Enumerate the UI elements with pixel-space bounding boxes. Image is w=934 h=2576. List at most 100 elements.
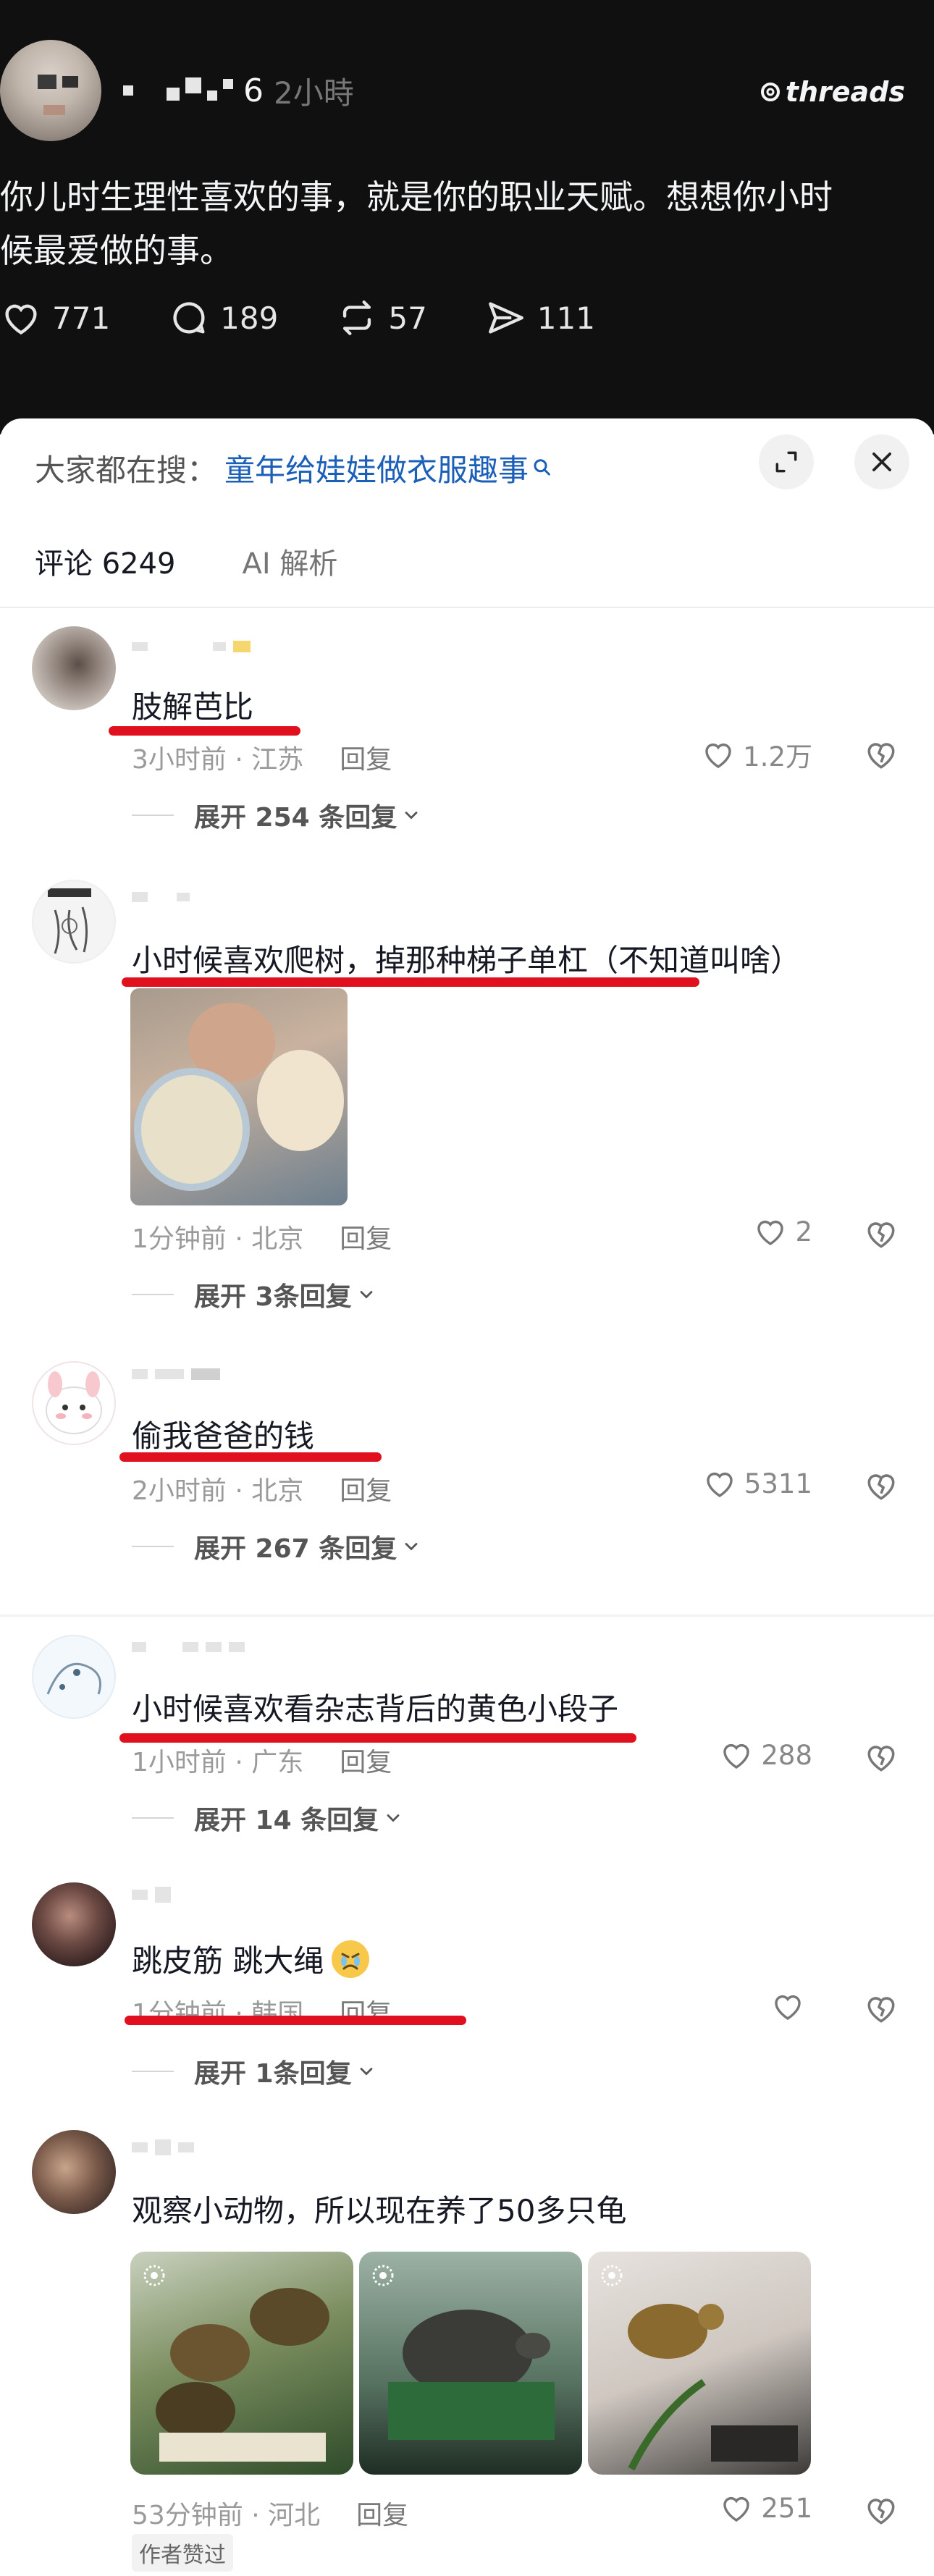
comment-time-location: 1分钟前 · 北京 <box>132 1224 304 1254</box>
post-actions: 771 189 57 111 <box>0 297 653 339</box>
like-button[interactable]: 251 <box>719 2491 812 2525</box>
expand-replies[interactable]: 展开 3条回复 <box>132 1276 376 1313</box>
reply-button[interactable]: 回复 <box>340 738 392 776</box>
comment-meme-image[interactable] <box>130 988 348 1205</box>
comment-time-location: 3小时前 · 江苏 <box>132 745 304 775</box>
avatar[interactable] <box>32 1882 116 1966</box>
search-icon[interactable] <box>531 458 553 479</box>
avatar[interactable] <box>32 2130 116 2214</box>
heart-icon <box>775 1995 801 2020</box>
avatar[interactable] <box>32 880 116 964</box>
redacted-username[interactable] <box>123 77 233 101</box>
chevron-down-icon <box>405 812 418 820</box>
comment-text: 小时候喜欢看杂志背后的黄色小段子 <box>132 1691 619 1727</box>
send-icon <box>488 302 523 334</box>
expand-icon <box>775 451 797 473</box>
like-button[interactable]: 5311 <box>702 1466 812 1501</box>
chevron-down-icon <box>360 1291 372 1299</box>
post-text: 你儿时生理性喜欢的事，就是你的职业天赋。想想你小时 候最爱做的事。 <box>0 170 920 277</box>
expand-replies[interactable]: 展开 14 条回复 <box>132 1799 403 1837</box>
chevron-down-icon <box>360 2068 372 2076</box>
like-count: 1.2万 <box>743 741 812 773</box>
threads-post: 6 2小時 threads 你儿时生理性喜欢的事，就是你的职业天赋。想想你小时 … <box>0 0 934 434</box>
heart-icon <box>5 304 37 335</box>
reply-button[interactable]: 回复 <box>340 1470 392 1507</box>
expand-label: 展开 267 条回复 <box>194 1534 397 1564</box>
dislike-icon[interactable] <box>863 1468 899 1504</box>
turtle-photo[interactable] <box>130 2252 353 2475</box>
redacted-username[interactable] <box>132 1642 245 1652</box>
redacted-username[interactable] <box>132 1368 220 1380</box>
comment-text-row: 跳皮筋 跳大绳 <box>132 1937 371 1981</box>
reply-action[interactable]: 189 <box>168 297 278 339</box>
redacted-username[interactable] <box>132 641 251 652</box>
comment-meta: 3小时前 · 江苏 回复 <box>132 738 392 776</box>
expand-replies[interactable]: 展开 267 条回复 <box>132 1528 421 1565</box>
dislike-icon[interactable] <box>863 1990 899 2026</box>
comment-bubble-icon <box>173 302 205 334</box>
expand-label: 展开 1条回复 <box>194 2059 352 2089</box>
heart-icon <box>757 1220 784 1245</box>
avatar[interactable] <box>32 1635 116 1719</box>
like-button[interactable]: 1.2万 <box>701 735 812 774</box>
live-photo-icon <box>143 2265 165 2286</box>
repost-action[interactable]: 57 <box>336 297 427 339</box>
turtle-photo[interactable] <box>588 2252 811 2475</box>
redacted-username[interactable] <box>132 892 190 902</box>
reply-button[interactable]: 回复 <box>340 1741 392 1779</box>
like-button[interactable]: 288 <box>719 1738 812 1772</box>
dislike-icon[interactable] <box>863 1739 899 1775</box>
meme-face <box>257 1050 344 1151</box>
expand-replies[interactable]: 展开 1条回复 <box>132 2053 376 2090</box>
close-button[interactable] <box>854 434 909 489</box>
search-prefix: 大家都在搜： <box>35 453 218 488</box>
sketch-avatar-image <box>48 888 91 954</box>
like-count: 771 <box>52 300 111 336</box>
dislike-icon[interactable] <box>863 1216 899 1252</box>
chevron-down-icon <box>405 1543 418 1551</box>
share-action[interactable]: 111 <box>485 297 595 339</box>
avatar[interactable] <box>32 1361 116 1445</box>
expand-button[interactable] <box>759 434 814 489</box>
red-underline <box>125 2016 466 2025</box>
comment-tabs: 评论 6249 AI 解析 <box>35 540 337 604</box>
like-count: 2 <box>795 1216 812 1247</box>
post-author-row: 6 2小時 <box>123 69 354 112</box>
meme-face <box>134 1068 250 1191</box>
comment-time-location: 2小时前 · 北京 <box>132 1476 304 1506</box>
comment-meta: 1分钟前 · 北京 回复 <box>132 1218 392 1255</box>
like-button[interactable]: 2 <box>753 1214 812 1249</box>
reply-count: 189 <box>220 300 279 336</box>
section-divider <box>0 1615 934 1617</box>
redacted-username[interactable] <box>132 2139 194 2155</box>
threads-wordmark: threads <box>785 76 905 108</box>
tab-comments[interactable]: 评论 6249 <box>35 540 176 604</box>
post-time: 2小時 <box>274 75 354 111</box>
chevron-down-icon <box>387 1814 400 1822</box>
comment-text: 跳皮筋 跳大绳 <box>132 1943 324 1979</box>
comment-meta: 2小时前 · 北京 回复 <box>132 1470 392 1507</box>
expand-label: 展开 14 条回复 <box>194 1806 379 1835</box>
post-author-avatar[interactable] <box>0 40 101 141</box>
expand-replies[interactable]: 展开 254 条回复 <box>132 796 421 834</box>
avatar[interactable] <box>32 626 116 710</box>
heart-icon <box>723 1743 750 1769</box>
tabs-divider <box>0 607 934 608</box>
tab-ai-analysis[interactable]: AI 解析 <box>243 540 338 604</box>
dislike-icon[interactable] <box>863 2492 899 2528</box>
comment-meta: 1小时前 · 广东 回复 <box>132 1741 392 1779</box>
red-underline <box>109 726 300 736</box>
comment-text: 偷我爸爸的钱 <box>132 1418 315 1454</box>
comment-text: 小时候喜欢爬树，掉那种梯子单杠（不知道叫啥） <box>132 943 802 978</box>
username-tail[interactable]: 6 <box>243 72 264 109</box>
reply-button[interactable]: 回复 <box>356 2494 408 2532</box>
reply-button[interactable]: 回复 <box>340 1218 392 1255</box>
red-underline <box>119 1452 382 1462</box>
expand-label: 展开 3条回复 <box>194 1282 352 1312</box>
dislike-icon[interactable] <box>863 736 899 773</box>
like-button[interactable] <box>770 1989 812 2024</box>
redacted-username[interactable] <box>132 1887 171 1903</box>
turtle-photo[interactable] <box>359 2252 582 2475</box>
like-action[interactable]: 771 <box>0 297 110 339</box>
search-link[interactable]: 童年给娃娃做衣服趣事 <box>224 446 529 490</box>
